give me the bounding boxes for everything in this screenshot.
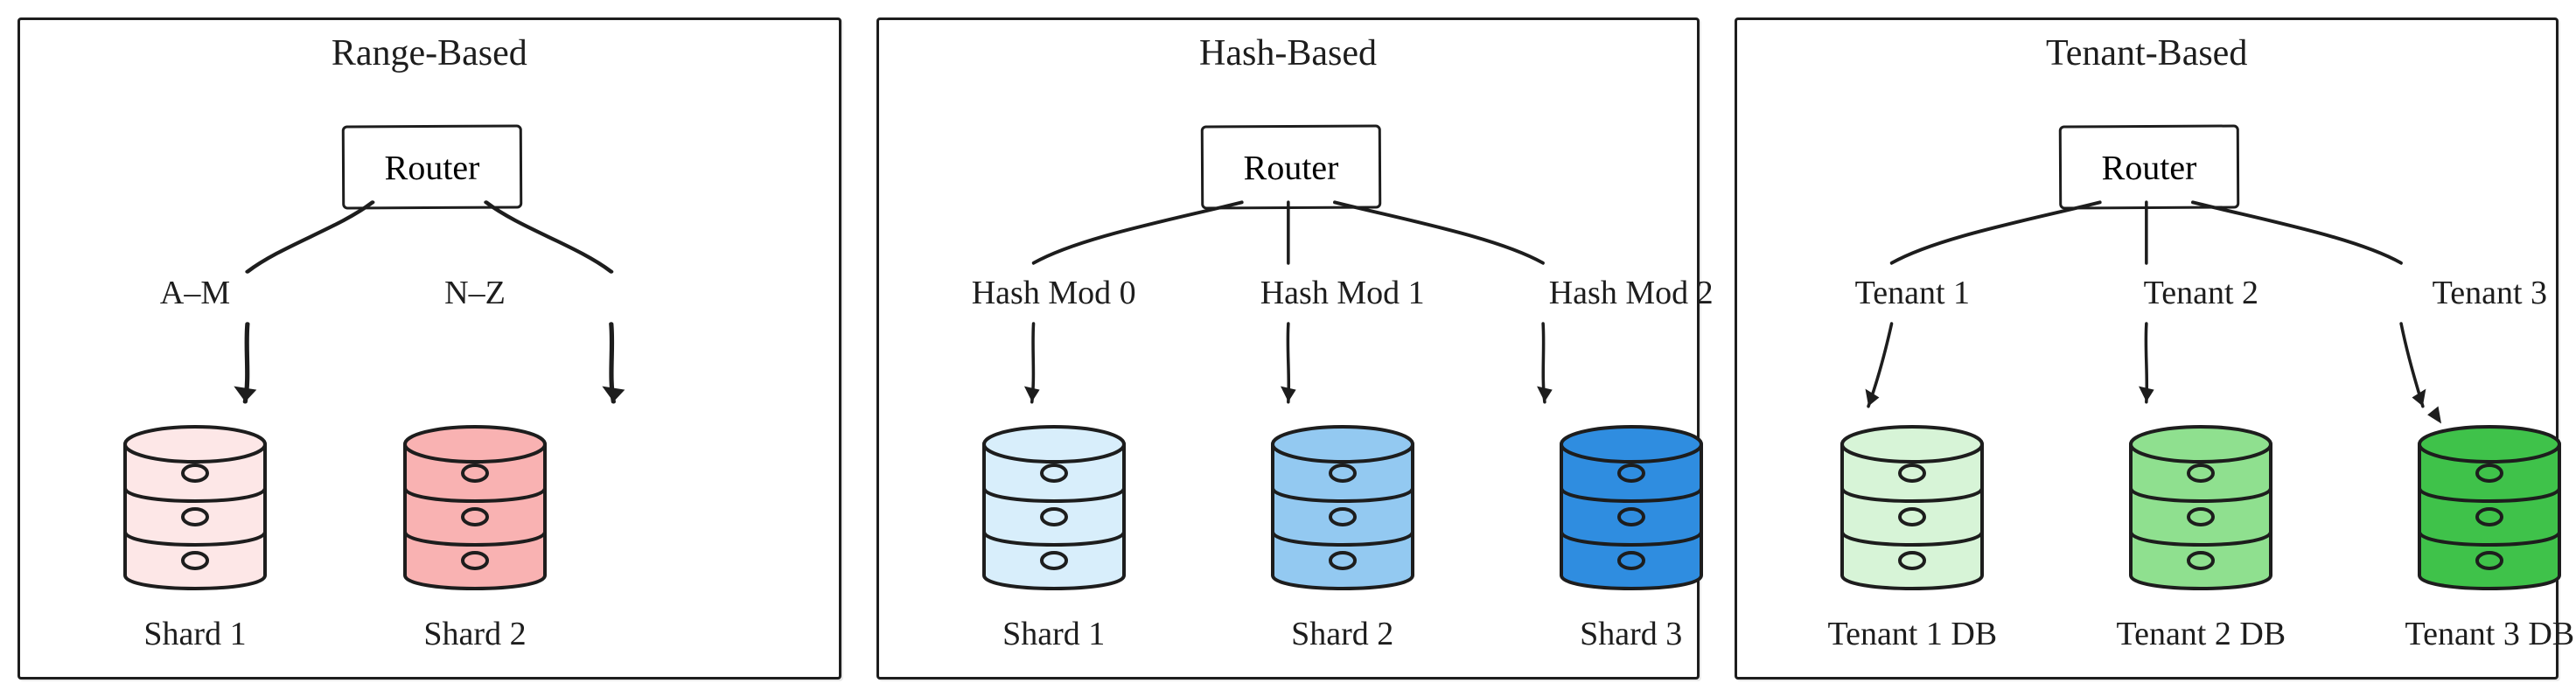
diagram-stage: Range-Based Router A–M N–Z [0,0,2576,697]
db-icon-shard2 [392,414,558,606]
shard-caption: Shard 1 [984,615,1124,653]
branch-label: A–M [143,274,248,312]
shard-caption: Tenant 1 DB [1816,615,2008,653]
branch-label: Tenant 1 [1825,274,2000,312]
shard-caption: Tenant 2 DB [2105,615,2297,653]
branch-label: Hash Mod 2 [1535,274,1728,312]
branch-label: Hash Mod 0 [958,274,1150,312]
db-icon-shard3 [1548,414,1714,606]
db-icon-shard1 [112,414,278,606]
branch-label: Hash Mod 1 [1246,274,1439,312]
shard-caption: Shard 2 [405,615,545,653]
db-icon-tenant1 [1829,414,1995,606]
db-icon-shard2 [1260,414,1426,606]
shard-caption: Tenant 3 DB [2393,615,2576,653]
db-icon-tenant3 [2406,414,2573,606]
db-icon-shard1 [971,414,1137,606]
panel-hash-based: Hash-Based Router Hash Mod 0 Hash Mod 1 … [876,17,1700,680]
panel-tenant-based: Tenant-Based Router Tenant 1 Tenant [1735,17,2559,680]
panel-range-based: Range-Based Router A–M N–Z [17,17,841,680]
branch-label: Tenant 3 [2402,274,2576,312]
shard-caption: Shard 1 [125,615,265,653]
shard-caption: Shard 2 [1273,615,1413,653]
branch-label: N–Z [422,274,527,312]
shard-caption: Shard 3 [1561,615,1701,653]
branch-label: Tenant 2 [2113,274,2288,312]
db-icon-tenant2 [2118,414,2284,606]
